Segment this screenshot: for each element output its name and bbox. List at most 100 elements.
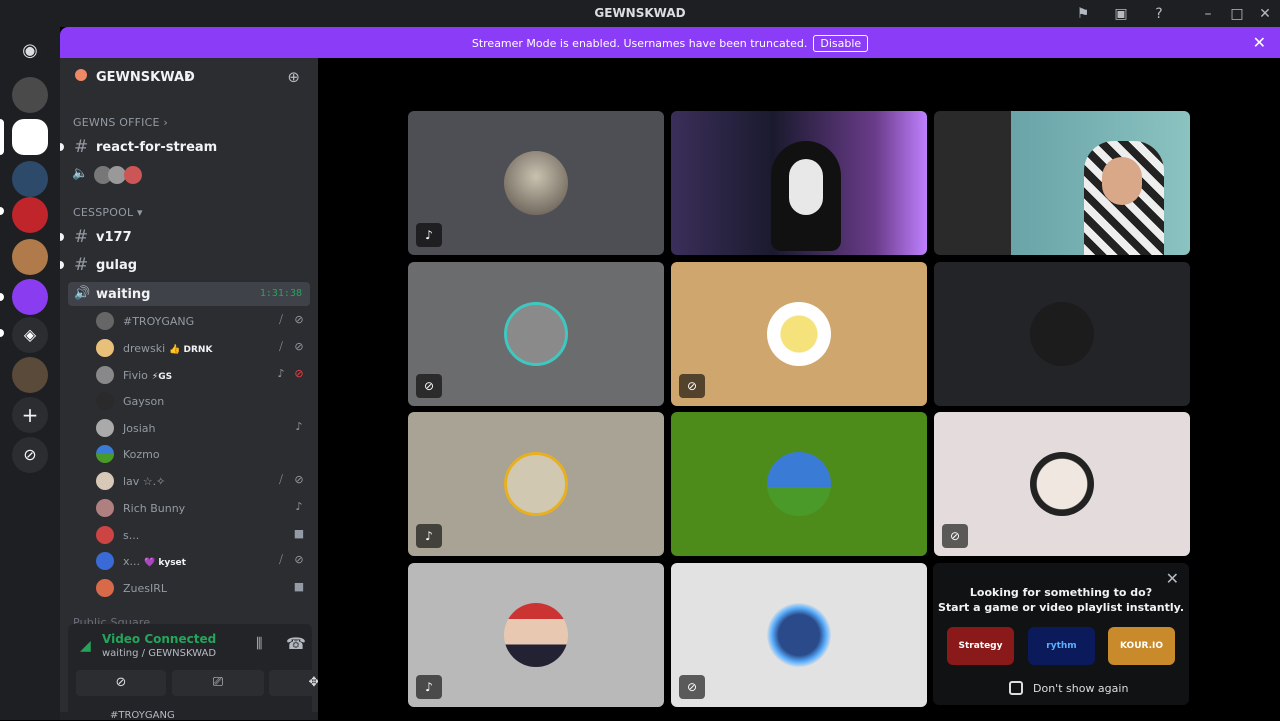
channel-gulag[interactable]: # gulag — [60, 253, 310, 277]
video-tile[interactable]: ⊘ — [408, 262, 664, 406]
video-tile[interactable]: ⊘ — [934, 412, 1190, 556]
video-tile[interactable]: ♪ — [408, 412, 664, 556]
voice-member[interactable]: s... ■ — [96, 523, 310, 547]
server-icon-gewnskwad[interactable] — [12, 119, 48, 155]
voice-member[interactable]: lav ☆.✧ ⧸ ⊘ — [96, 469, 310, 493]
channel-react-for-stream[interactable]: # react-for-stream — [60, 135, 310, 159]
channel-waiting[interactable]: 🔊 waiting 1:31:38 — [68, 282, 310, 306]
video-tile-camera[interactable] — [671, 111, 927, 255]
avatar — [96, 499, 114, 517]
activity-strategy[interactable]: Strategy — [947, 627, 1014, 665]
mute-icon: ⧸ — [279, 313, 283, 326]
close-window-icon[interactable]: ✕ — [1255, 4, 1275, 24]
avatar — [96, 552, 114, 570]
disable-button[interactable]: Disable — [813, 35, 869, 52]
video-off-icon: ⊘ — [416, 374, 442, 398]
mic-icon: ♪ — [295, 420, 303, 433]
add-server-icon[interactable]: + — [12, 397, 48, 433]
user-panel: #TROYGANG — [60, 710, 318, 721]
category-gewns-office[interactable]: GEWNS OFFICE › — [73, 116, 168, 129]
video-off-icon: ⊘ — [294, 367, 304, 380]
server-icon-mushroom[interactable] — [12, 197, 48, 233]
mute-icon: ⧸ — [279, 473, 283, 486]
streamer-mode-banner: Streamer Mode is enabled. Usernames have… — [60, 27, 1280, 58]
voice-member[interactable]: ZuesIRL ■ — [96, 576, 310, 600]
mic-icon: ♪ — [295, 500, 303, 513]
video-off-icon: ⊘ — [679, 374, 705, 398]
channel-v177[interactable]: # v177 — [60, 225, 310, 249]
server-icon-animal[interactable] — [12, 239, 48, 275]
voice-member[interactable]: Gayson — [96, 389, 310, 413]
channel-label: v177 — [96, 230, 132, 245]
video-off-icon: ⊘ — [679, 675, 705, 699]
flag-icon[interactable]: ⚑ — [1073, 4, 1093, 24]
activity-promo: ✕ Looking for something to do? Start a ga… — [933, 563, 1189, 705]
avatar — [96, 366, 114, 384]
promo-line-2: Start a game or video playlist instantly… — [938, 601, 1184, 614]
minimize-icon[interactable]: – — [1198, 4, 1218, 24]
avatar — [96, 472, 114, 490]
avatar — [96, 339, 114, 357]
avatar — [124, 166, 142, 184]
voice-member[interactable]: Kozmo — [96, 442, 310, 466]
voice-member[interactable]: x... 💜 kyset ⧸ ⊘ — [96, 549, 310, 573]
channel-label: react-for-stream — [96, 140, 218, 155]
video-off-icon: ⊘ — [294, 313, 304, 326]
connection-status[interactable]: Video Connected — [102, 632, 216, 646]
server-icon-bear[interactable]: ◈ — [12, 317, 48, 353]
dont-show-label[interactable]: Don't show again — [1033, 682, 1128, 695]
video-tile[interactable] — [671, 412, 927, 556]
voice-member[interactable]: Rich Bunny ♪ — [96, 496, 310, 520]
mute-icon: ⧸ — [279, 340, 283, 353]
explore-icon[interactable]: ⊘ — [12, 437, 48, 473]
category-cesspool[interactable]: CESSPOOL ▾ — [73, 206, 143, 219]
avatar — [96, 312, 114, 330]
server-icon-andii-skwad[interactable] — [12, 279, 48, 315]
unread-indicator — [60, 233, 64, 241]
video-tile[interactable]: ♪ — [408, 111, 664, 255]
avatar — [96, 392, 114, 410]
server-icon-cars[interactable] — [12, 77, 48, 113]
video-off-icon: ⊘ — [942, 524, 968, 548]
voice-member[interactable]: drewski 👍 DRNK ⧸ ⊘ — [96, 336, 310, 360]
video-tile-camera[interactable] — [934, 111, 1190, 255]
close-banner-icon[interactable]: ✕ — [1253, 33, 1266, 52]
share-screen-button[interactable]: ⎚ — [172, 670, 264, 696]
speaker-icon: 🔈 — [72, 166, 89, 181]
mute-icon: ⧸ — [279, 553, 283, 566]
selected-server-pill — [0, 119, 4, 155]
noise-suppression-icon[interactable]: ⫼ — [256, 636, 262, 652]
maximize-icon[interactable]: □ — [1227, 4, 1247, 24]
server-icon-car[interactable] — [12, 161, 48, 197]
video-tile[interactable]: ⊘ — [671, 262, 927, 406]
invite-people-icon[interactable]: ⊕ — [287, 68, 300, 86]
server-header[interactable]: GEWNSKWAD ▾ ⊕ — [60, 58, 318, 98]
video-off-icon: ⊘ — [294, 553, 304, 566]
voice-member[interactable]: #TROYGANG ⧸ ⊘ — [96, 309, 310, 333]
avatar — [96, 419, 114, 437]
inbox-icon[interactable]: ▣ — [1111, 4, 1131, 24]
camera-icon: ■ — [293, 527, 305, 540]
avatar — [1030, 302, 1094, 366]
dont-show-checkbox[interactable] — [1009, 681, 1023, 695]
video-tile[interactable] — [934, 262, 1190, 406]
mic-muted-icon: ♪ — [416, 675, 442, 699]
help-icon[interactable]: ? — [1149, 4, 1169, 24]
unread-indicator — [60, 143, 64, 151]
avatar — [767, 302, 831, 366]
video-tile[interactable]: ♪ — [408, 563, 664, 707]
video-tile[interactable]: ⊘ — [671, 563, 927, 707]
discord-home-icon[interactable]: ◉ — [12, 33, 48, 69]
video-off-icon: ⊘ — [294, 473, 304, 486]
avatar — [1030, 452, 1094, 516]
disconnect-icon[interactable]: ☎ — [286, 634, 306, 653]
activity-rythm[interactable]: rythm — [1028, 627, 1095, 665]
turn-off-camera-button[interactable]: ⊘ — [76, 670, 166, 696]
hash-icon: # — [74, 137, 89, 157]
voice-member[interactable]: Josiah ♪ — [96, 416, 310, 440]
voice-member[interactable]: Fivio ⚡GS ♪ ⊘ — [96, 363, 310, 387]
server-icon-game[interactable] — [12, 357, 48, 393]
avatar — [504, 302, 568, 366]
avatar — [767, 452, 831, 516]
activity-kour[interactable]: KOUR.IO — [1108, 627, 1175, 665]
